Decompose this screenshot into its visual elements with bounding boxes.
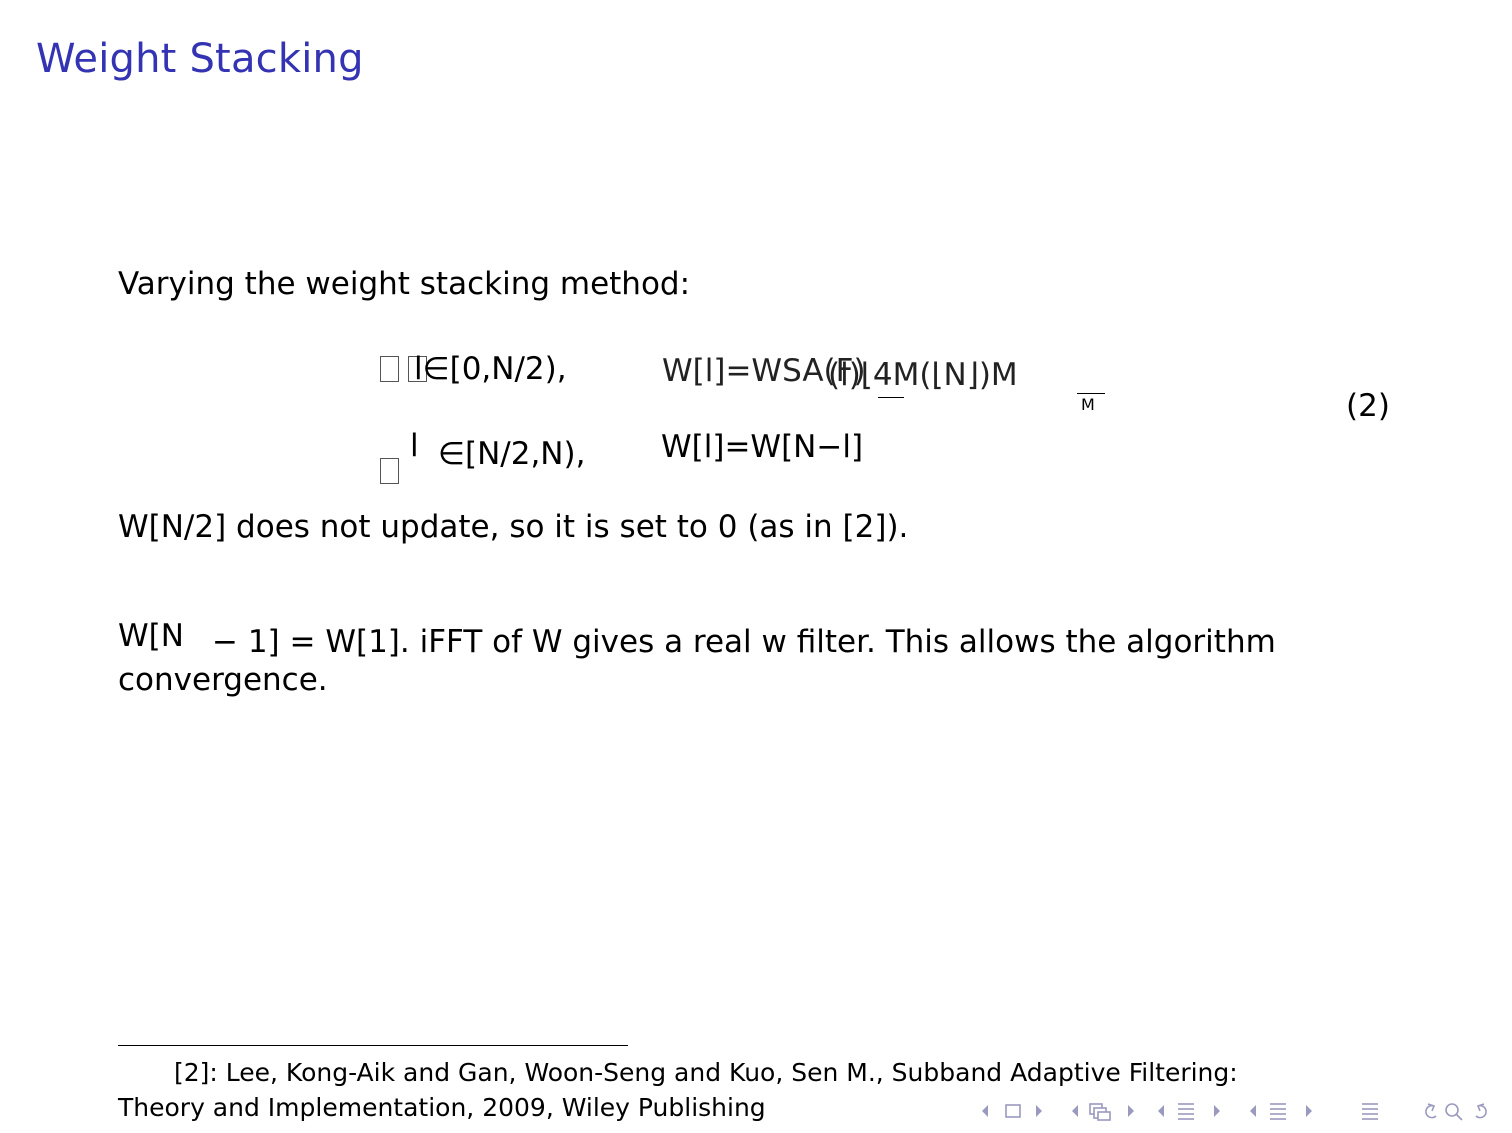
brace-glyph-bottom [380, 458, 399, 488]
fraction-denominator: M [1081, 395, 1095, 414]
slide-title: Weight Stacking [36, 36, 364, 82]
nav-next-subsection-icon [1128, 1105, 1134, 1117]
nav-prev-frame-icon [982, 1105, 988, 1117]
equation-case2-variable: l [410, 428, 419, 464]
equation-case1-expression-overlap: (l)⌊4M(⌊N⌋)M [828, 357, 1018, 393]
nav-doc-icon [1270, 1103, 1286, 1120]
nav-prev-doc-icon [1250, 1105, 1256, 1117]
equation-case2-condition: ∈[N/2,N), [438, 436, 586, 472]
fraction-bar-2 [1077, 393, 1105, 394]
text-wn2: W[N/2] does not update, so it is set to … [118, 509, 909, 545]
nav-subsection-icon [1089, 1103, 1111, 1121]
brace-glyph-top [380, 356, 399, 386]
nav-forward-icon [1475, 1103, 1487, 1119]
nav-back-icon [1425, 1103, 1437, 1119]
intro-text: Varying the weight stacking method: [118, 266, 691, 302]
nav-frame-icon [1005, 1104, 1021, 1118]
text-convergence: convergence. [118, 662, 328, 698]
nav-toc-icon [1362, 1103, 1378, 1120]
nav-next-frame-icon [1036, 1105, 1042, 1117]
text-wn1-rest: − 1] = W[1]. iFFT of W gives a real w fi… [212, 624, 1276, 660]
nav-search-icon [1445, 1103, 1463, 1121]
fraction-bar [878, 397, 904, 398]
equation-case2-expression: W[l]=W[N−l] [661, 429, 864, 465]
footnote-rule [118, 1045, 628, 1046]
nav-prev-subsection-icon [1072, 1105, 1078, 1117]
nav-section-icon [1178, 1103, 1194, 1120]
equation-number: (2) [1346, 388, 1390, 424]
nav-next-section-icon [1214, 1105, 1220, 1117]
equation-case1-condition: l∈[0,N/2), [414, 351, 567, 387]
beamer-nav-symbols [982, 1103, 1487, 1121]
text-wn1-start: W[N [118, 618, 184, 654]
footnote-line-1: [2]: Lee, Kong-Aik and Gan, Woon-Seng an… [174, 1058, 1238, 1087]
nav-prev-section-icon [1158, 1105, 1164, 1117]
nav-next-doc-icon [1306, 1105, 1312, 1117]
beamer-navigation [978, 1100, 1498, 1122]
footnote-line-2: Theory and Implementation, 2009, Wiley P… [118, 1093, 766, 1122]
